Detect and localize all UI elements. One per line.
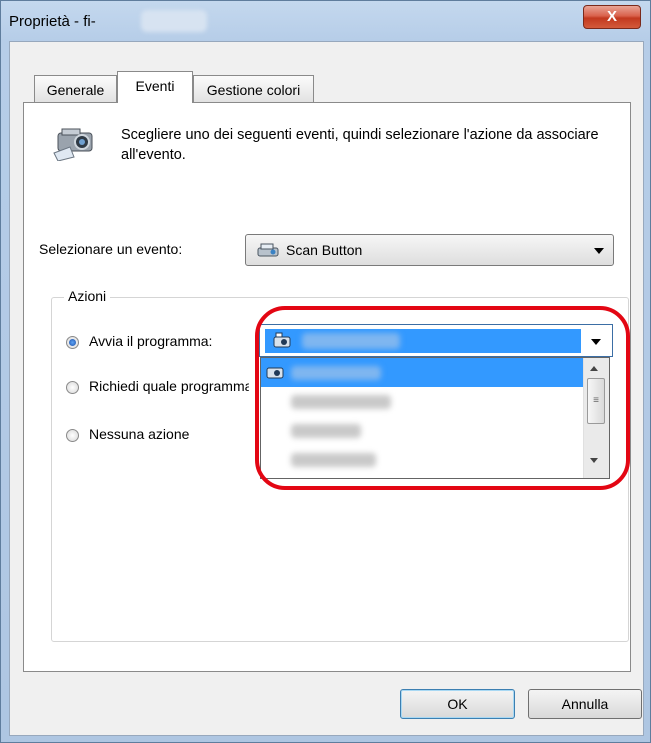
radio-avvia-programma-label[interactable]: Avvia il programma: bbox=[89, 333, 212, 349]
event-select-label: Selezionare un evento: bbox=[39, 241, 183, 257]
title-bar[interactable]: Proprietà - fi- X bbox=[1, 1, 650, 41]
scanner-icon bbox=[257, 243, 279, 257]
tab-gestione-colori[interactable]: Gestione colori bbox=[193, 75, 314, 102]
radio-nessuna-azione[interactable] bbox=[66, 429, 79, 442]
scanner-camera-icon bbox=[53, 128, 93, 161]
ok-button[interactable]: OK bbox=[400, 689, 515, 719]
events-description: Scegliere uno dei seguenti eventi, quind… bbox=[121, 127, 599, 163]
radio-richiedi-programma[interactable] bbox=[66, 381, 79, 394]
tab-eventi[interactable]: Eventi bbox=[117, 71, 193, 103]
red-highlight-annotation bbox=[255, 306, 630, 490]
properties-window: Proprietà - fi- X Generale Eventi Gestio… bbox=[0, 0, 651, 743]
radio-richiedi-programma-label[interactable]: Richiedi quale programma bbox=[89, 378, 249, 394]
actions-group-label: Azioni bbox=[64, 288, 111, 304]
radio-avvia-programma[interactable] bbox=[66, 336, 79, 349]
close-button[interactable]: X bbox=[583, 5, 641, 29]
window-title: Proprietà - fi- bbox=[9, 13, 96, 30]
event-select-value: Scan Button bbox=[286, 242, 363, 258]
event-select[interactable]: Scan Button bbox=[245, 234, 614, 266]
redacted-device-name bbox=[141, 10, 207, 32]
radio-nessuna-azione-label[interactable]: Nessuna azione bbox=[89, 426, 189, 442]
annulla-button[interactable]: Annulla bbox=[528, 689, 642, 719]
tab-generale[interactable]: Generale bbox=[34, 75, 117, 102]
chevron-down-icon bbox=[594, 248, 604, 254]
